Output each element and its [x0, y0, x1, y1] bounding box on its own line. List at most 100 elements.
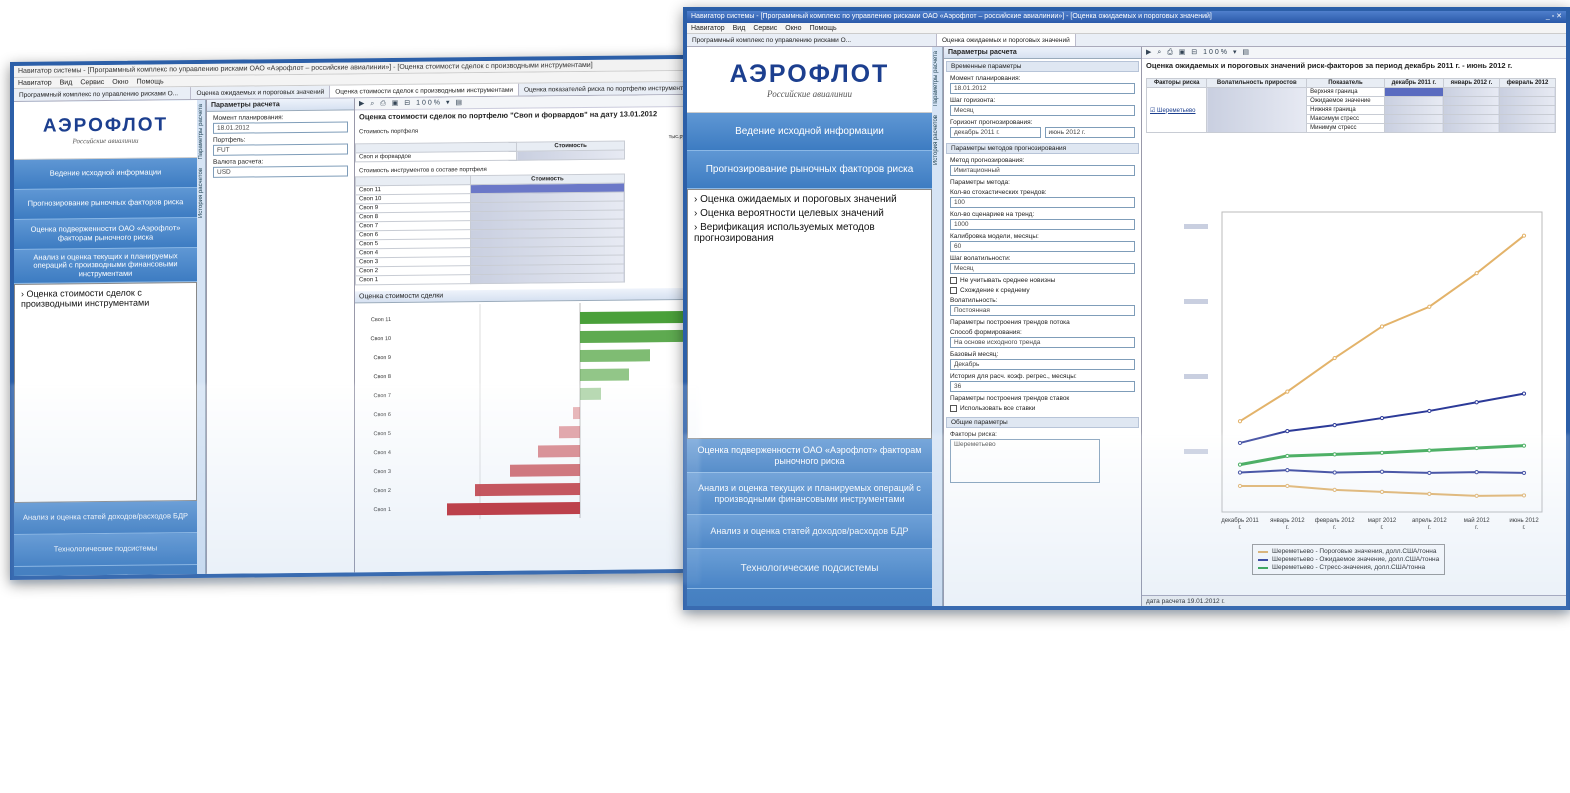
input-plan-moment[interactable]: 18.01.2012: [950, 83, 1135, 94]
tree-item-target-probability[interactable]: › Оценка вероятности целевых значений: [694, 208, 925, 219]
menu-navigator[interactable]: Навигатор: [18, 78, 52, 88]
data-point[interactable]: [1285, 468, 1290, 473]
input-plan-moment[interactable]: 18.01.2012: [213, 121, 348, 134]
menu-service[interactable]: Сервис: [80, 77, 104, 87]
bar[interactable]: [447, 502, 580, 516]
bar[interactable]: [475, 483, 580, 497]
bar[interactable]: [580, 387, 601, 401]
checkbox-mean-reversion[interactable]: Схождение к среднему: [950, 287, 1135, 294]
data-point[interactable]: [1332, 423, 1337, 428]
tree-item-method-verification[interactable]: › Верификация используемых методов прогн…: [694, 222, 925, 244]
data-point[interactable]: [1521, 493, 1527, 498]
data-point[interactable]: [1379, 450, 1385, 455]
data-point[interactable]: [1521, 443, 1527, 448]
checkbox-ignore-mean[interactable]: Не учитывать среднее новизны: [950, 277, 1135, 284]
menu-window[interactable]: Окно: [785, 23, 801, 33]
data-point[interactable]: [1474, 271, 1479, 276]
input-method[interactable]: Имитационный: [950, 165, 1135, 176]
menu-view[interactable]: Вид: [733, 23, 746, 33]
checkbox-use-all-rates[interactable]: Использовать все ставки: [950, 405, 1135, 412]
data-point[interactable]: [1237, 462, 1243, 467]
data-point[interactable]: [1427, 304, 1432, 309]
tab-derivatives-valuation[interactable]: Оценка стоимости сделок с производными и…: [330, 83, 519, 98]
nav-derivatives-analysis[interactable]: Анализ и оценка текущих и планируемых оп…: [14, 248, 197, 284]
bar[interactable]: [573, 407, 580, 420]
input-history[interactable]: 36: [950, 381, 1135, 392]
menu-help[interactable]: Помощь: [137, 76, 164, 86]
input-trend-count[interactable]: 100: [950, 197, 1135, 208]
menu-window[interactable]: Окно: [112, 77, 128, 87]
data-point[interactable]: [1237, 470, 1243, 475]
data-point[interactable]: [1237, 419, 1243, 424]
bar[interactable]: [580, 368, 629, 382]
nav-risk-forecasting[interactable]: Прогнозирование рыночных факторов риска: [14, 188, 197, 220]
table-row[interactable]: ☑ Шереметьево Верхняя граница: [1145, 87, 1557, 133]
bar[interactable]: [510, 464, 580, 477]
nav-budget-analysis[interactable]: Анализ и оценка статей доходов/расходов …: [687, 515, 932, 549]
window-controls[interactable]: _ ▫ ✕: [1546, 11, 1562, 23]
input-scenario-count[interactable]: 1000: [950, 219, 1135, 230]
data-point[interactable]: [1285, 453, 1290, 459]
input-risk-factors[interactable]: Шереметьево: [950, 439, 1100, 483]
menu-help[interactable]: Помощь: [810, 23, 837, 33]
data-point[interactable]: [1332, 355, 1337, 361]
nav-tech-subsystems[interactable]: Технологические подсистемы: [687, 549, 932, 589]
vtab-history[interactable]: История расчетов: [932, 111, 940, 169]
data-point[interactable]: [1474, 470, 1479, 475]
data-point[interactable]: [1285, 483, 1290, 489]
bar[interactable]: [580, 349, 650, 363]
tab-expected-values[interactable]: Оценка ожидаемых и пороговых значений: [191, 85, 331, 100]
zoom-value[interactable]: 100%: [1203, 49, 1229, 56]
data-point[interactable]: [1427, 491, 1432, 496]
data-point[interactable]: [1427, 448, 1432, 453]
nav-derivatives-analysis[interactable]: Анализ и оценка текущих и планируемых оп…: [687, 473, 932, 515]
data-point[interactable]: [1521, 233, 1527, 238]
data-point[interactable]: [1285, 389, 1290, 394]
input-horizon-from[interactable]: декабрь 2011 г.: [950, 127, 1041, 138]
data-point[interactable]: [1379, 324, 1385, 329]
nav-budget-analysis[interactable]: Анализ и оценка статей доходов/расходов …: [14, 501, 197, 535]
factor-link[interactable]: ☑ Шереметьево: [1145, 87, 1208, 133]
input-currency[interactable]: USD: [213, 165, 348, 178]
nav-risk-exposure[interactable]: Оценка подверженности ОАО «Аэрофлот» фак…: [687, 439, 932, 473]
menu-view[interactable]: Вид: [60, 77, 73, 87]
nav-source-data[interactable]: Ведение исходной информации: [14, 158, 197, 190]
data-point[interactable]: [1332, 452, 1337, 457]
data-point[interactable]: [1474, 400, 1479, 405]
nav-risk-forecasting[interactable]: Прогнозирование рыночных факторов риска: [687, 151, 932, 189]
input-trend-way[interactable]: На основе исходного тренда: [950, 337, 1135, 348]
input-horizon-step[interactable]: Месяц: [950, 105, 1135, 116]
data-point[interactable]: [1237, 440, 1243, 446]
data-point[interactable]: [1427, 470, 1432, 476]
tree-item-derivatives-valuation[interactable]: › Оценка стоимости сделок с производными…: [21, 287, 190, 309]
zoom-value[interactable]: 100%: [416, 99, 442, 106]
bar[interactable]: [580, 310, 700, 325]
tab-portfolio-risk[interactable]: Оценка показателей риска по портфелю инс…: [518, 81, 696, 96]
data-point[interactable]: [1379, 415, 1385, 421]
nav-risk-exposure[interactable]: Оценка подверженности ОАО «Аэрофлот» фак…: [14, 218, 197, 250]
input-base-month[interactable]: Декабрь: [950, 359, 1135, 370]
data-point[interactable]: [1332, 487, 1337, 492]
data-point[interactable]: [1379, 469, 1385, 474]
vtab-params[interactable]: Параметры расчета: [932, 47, 940, 111]
menu-service[interactable]: Сервис: [753, 23, 777, 33]
input-volatility[interactable]: Постоянная: [950, 305, 1135, 316]
bar[interactable]: [580, 329, 685, 344]
nav-source-data[interactable]: Ведение исходной информации: [687, 113, 932, 151]
tree-item-expected-values[interactable]: › Оценка ожидаемых и пороговых значений: [694, 194, 925, 205]
nav-tech-subsystems[interactable]: Технологические подсистемы: [14, 533, 197, 567]
input-portfolio[interactable]: FUT: [213, 143, 348, 156]
data-point[interactable]: [1332, 470, 1337, 475]
vtab-params[interactable]: Параметры расчета: [197, 100, 205, 164]
data-point[interactable]: [1285, 428, 1290, 434]
bar[interactable]: [559, 426, 580, 439]
vtab-history[interactable]: История расчетов: [197, 164, 205, 222]
input-calibration[interactable]: 60: [950, 241, 1135, 252]
data-point[interactable]: [1427, 408, 1432, 414]
input-volatility-step[interactable]: Месяц: [950, 263, 1135, 274]
table-row[interactable]: Своп 1: [355, 273, 625, 285]
menu-navigator[interactable]: Навигатор: [691, 23, 725, 33]
data-point[interactable]: [1474, 445, 1479, 451]
data-point[interactable]: [1379, 489, 1385, 494]
tab-expected-values[interactable]: Оценка ожидаемых и пороговых значений: [937, 34, 1076, 46]
